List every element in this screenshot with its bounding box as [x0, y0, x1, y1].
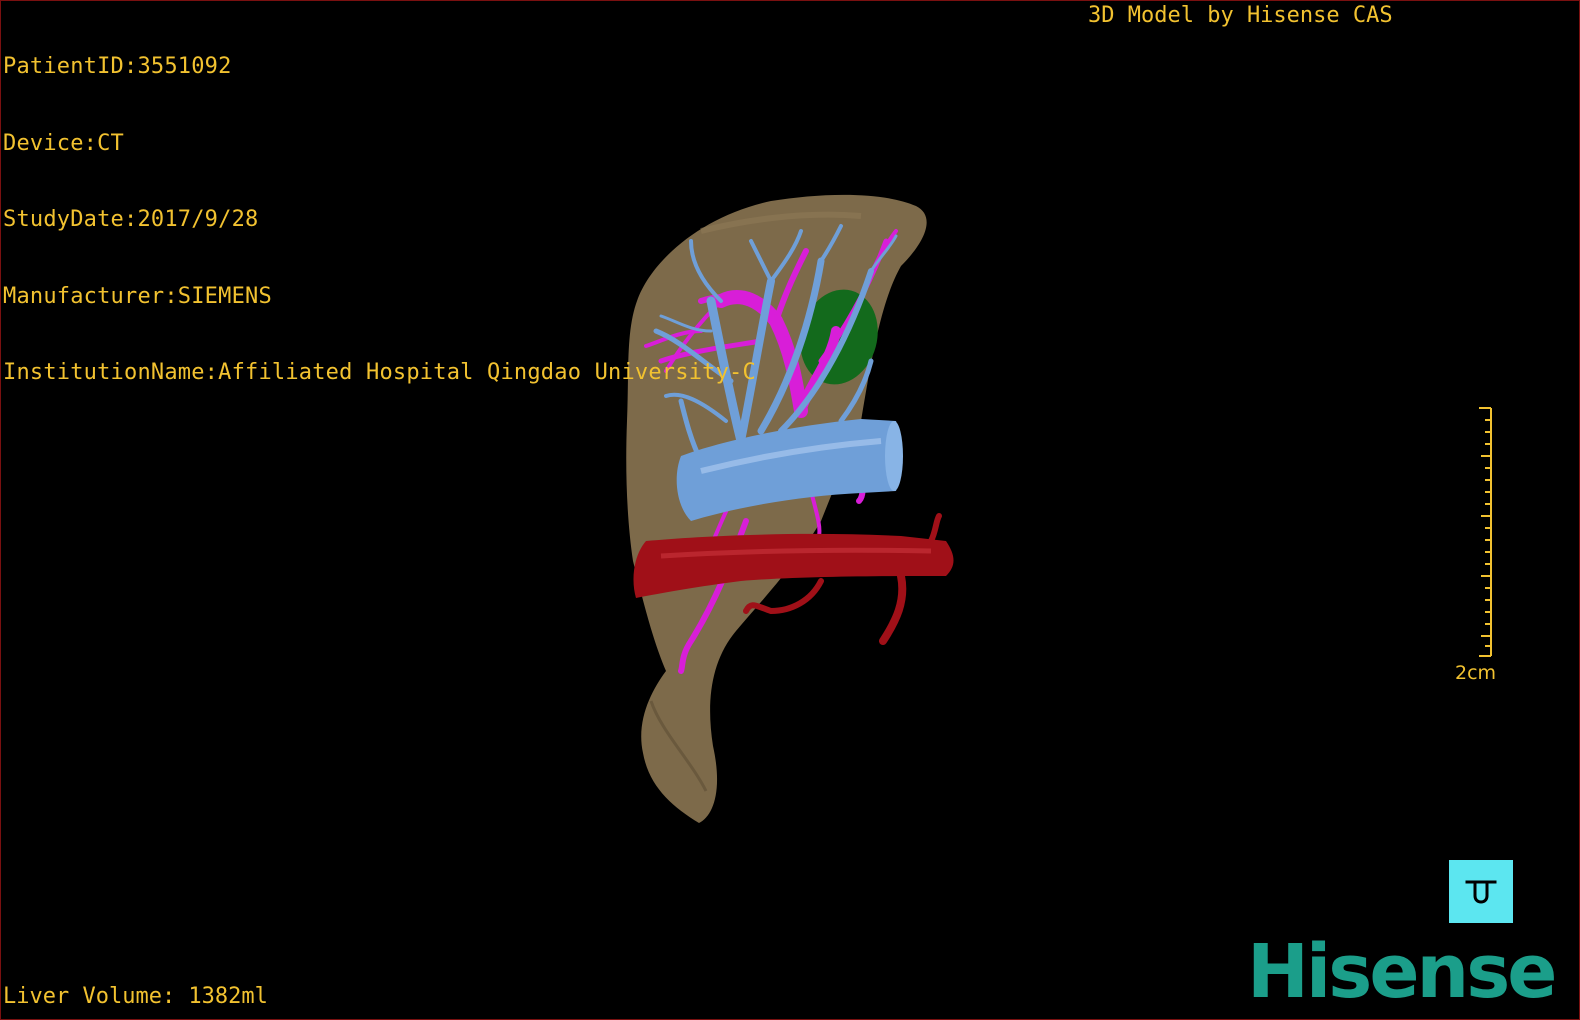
3d-viewport[interactable]: PatientID:3551092 Device:CT StudyDate:20… [0, 0, 1580, 1020]
dicom-info-overlay: PatientID:3551092 Device:CT StudyDate:20… [3, 3, 756, 437]
patient-id: PatientID:3551092 [3, 54, 232, 79]
hisense-logo: Hisense [1247, 929, 1557, 1015]
manufacturer: Manufacturer:SIEMENS [3, 283, 272, 309]
device: Device:CT [3, 130, 125, 156]
institution-name: InstitutionName:Affiliated Hospital Qing… [3, 360, 756, 385]
model-credit: 3D Model by Hisense CAS [1088, 3, 1393, 28]
study-date: StudyDate:2017/9/28 [3, 207, 259, 232]
scale-label: 2cm [1455, 662, 1497, 684]
scale-ruler [1479, 407, 1492, 657]
orientation-button[interactable] [1449, 860, 1513, 923]
liver-volume: Liver Volume: 1382ml [3, 984, 268, 1009]
orientation-cube-icon [1465, 880, 1497, 903]
